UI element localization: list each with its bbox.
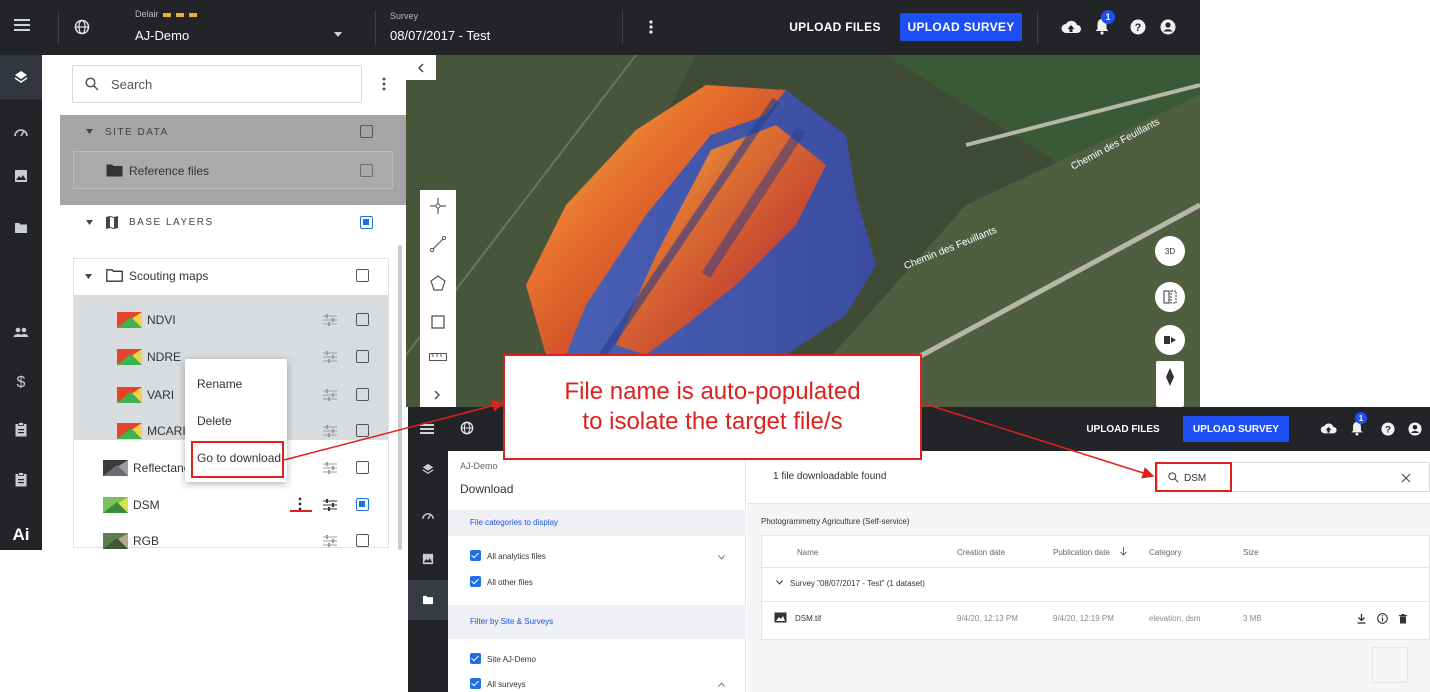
annotation-callout: File name is auto-populated to isolate t… — [503, 354, 922, 460]
annotation-line-1: File name is auto-populated — [564, 378, 861, 405]
annotation-arrows — [283, 399, 1155, 479]
annotation-line-2: to isolate the target file/s — [582, 408, 843, 435]
